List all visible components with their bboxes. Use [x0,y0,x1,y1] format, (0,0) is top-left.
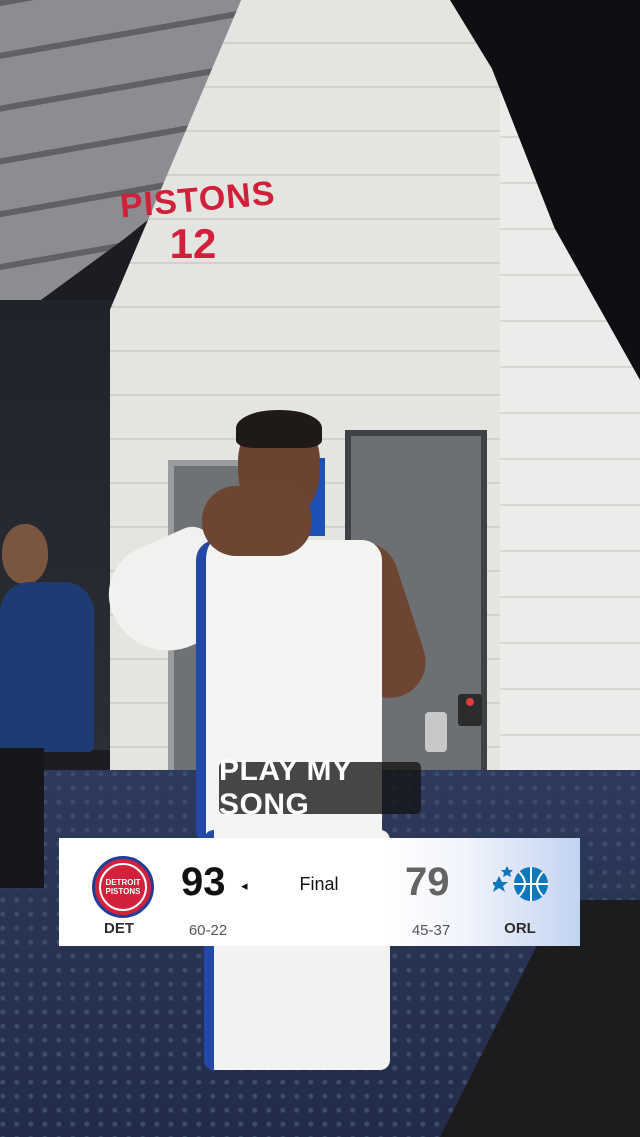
player-hands-pointing [202,486,312,556]
home-team-abbr: DET [104,920,134,937]
door-sensor [458,694,482,726]
away-team-abbr: ORL [504,920,536,937]
home-team-record: 60-22 [188,922,228,939]
video-background: PISTONS 12 [0,0,640,1137]
video-caption: PLAY MY SONG [219,754,421,821]
player-hair [236,410,322,448]
background-person [0,520,95,890]
background-person-jacket [0,582,94,752]
game-status: Final [299,874,339,894]
scoreboard[interactable]: DETROIT PISTONS DET 93 ◂ 60-22 Final 79 … [59,838,580,946]
away-team-record: 45-37 [411,922,451,939]
magic-logo-icon [493,858,555,910]
home-team-score: 93 [181,860,226,904]
away-team-score: 79 [405,860,450,904]
background-person-head [2,524,48,584]
magic-logo-svg [493,866,548,901]
background-person-legs [0,748,44,888]
pistons-logo-icon: DETROIT PISTONS [92,856,154,918]
pistons-logo-text: DETROIT PISTONS [99,863,147,911]
jersey-number: 12 [169,220,217,267]
winner-arrow-icon: ◂ [241,878,248,893]
